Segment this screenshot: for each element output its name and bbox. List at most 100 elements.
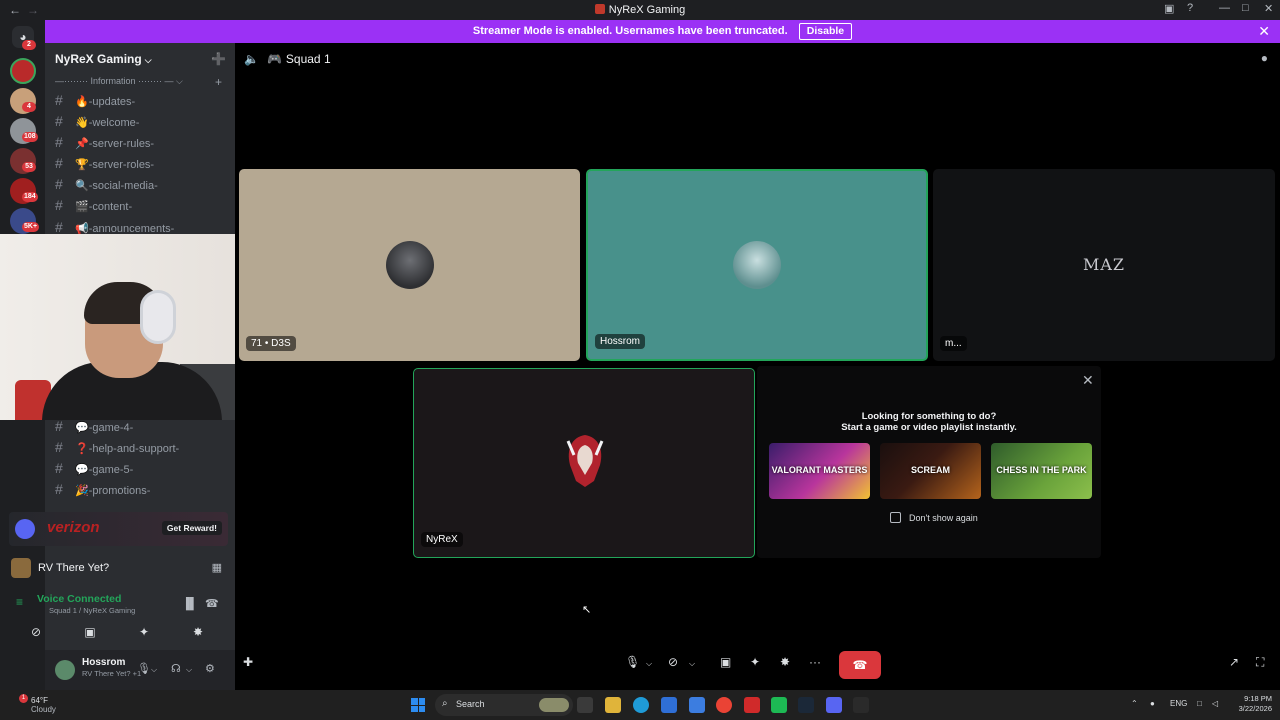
noise-suppression-icon[interactable]: ▐▌ <box>182 598 198 610</box>
participant-name: m... <box>940 336 967 351</box>
server-badge: 184 <box>22 192 38 202</box>
channel-welcome[interactable]: # 👋-welcome- <box>55 111 139 131</box>
activities-button[interactable]: ✦ <box>750 655 760 669</box>
edge-browser-icon[interactable] <box>633 697 649 713</box>
invite-icon[interactable]: ✚ <box>243 655 253 669</box>
settings-gear-icon[interactable]: ⚙ <box>205 662 215 675</box>
add-channel-icon[interactable]: + <box>215 75 222 89</box>
get-reward-button[interactable]: Get Reward! <box>161 521 222 535</box>
help-icon[interactable]: ? <box>1187 2 1193 14</box>
server-name-header[interactable]: NyReX Gaming ⌵ <box>55 52 152 66</box>
avatar[interactable] <box>55 660 75 680</box>
more-options-button[interactable]: ··· <box>809 655 821 669</box>
unreal-icon[interactable] <box>853 697 869 713</box>
file-explorer-icon[interactable] <box>605 697 621 713</box>
activity-panel-icon[interactable]: ▦ <box>212 561 222 574</box>
channel-game-5[interactable]: # 💬-game-5- <box>55 458 133 478</box>
mic-options-icon[interactable]: ⌵ <box>646 659 652 669</box>
mic-tray-icon[interactable]: ● <box>1150 699 1155 708</box>
spotify-icon[interactable] <box>771 697 787 713</box>
task-view-icon[interactable] <box>577 697 593 713</box>
voice-call-view: 🔈 🎮 Squad 1 ● 71 • D3S Hossrom MAZ m... Ny… <box>235 43 1280 690</box>
channel-name: -game-5- <box>88 464 134 476</box>
close-window-button[interactable]: ✕ <box>1264 2 1273 15</box>
end-call-button[interactable]: ☎ <box>839 651 881 679</box>
channel-social-media[interactable]: # 🔍-social-media- <box>55 174 158 194</box>
minimize-button[interactable]: — <box>1219 2 1230 14</box>
disable-streamer-mode-button[interactable]: Disable <box>798 23 853 40</box>
reward-banner[interactable]: verizon Get Reward! <box>9 512 228 546</box>
camera-button[interactable]: ⊘ <box>668 655 678 669</box>
category-information[interactable]: —········ Information ········ — ⌵ + <box>55 75 222 89</box>
participant-tile-speaking[interactable]: Hossrom <box>586 169 928 361</box>
server-name: NyReX Gaming <box>55 52 142 66</box>
checkbox-box[interactable] <box>890 512 901 523</box>
close-banner-icon[interactable]: ✕ <box>1258 20 1270 43</box>
voice-location[interactable]: Squad 1 / NyReX Gaming <box>49 606 135 615</box>
chat-bubble-icon[interactable]: ● <box>1261 51 1268 65</box>
steam-icon[interactable] <box>798 697 814 713</box>
discord-taskbar-icon[interactable] <box>826 697 842 713</box>
voice-status[interactable]: Voice Connected <box>37 593 121 605</box>
channel-server-rules[interactable]: # 📌-server-rules- <box>55 132 154 152</box>
participant-tile[interactable]: MAZ m... <box>933 169 1275 361</box>
participant-tile[interactable]: 71 • D3S <box>239 169 580 361</box>
soundboard-button[interactable]: ✸ <box>173 621 223 643</box>
signal-icon[interactable]: ≡ <box>16 595 23 609</box>
channel-promotions[interactable]: # 🎉-promotions- <box>55 479 150 499</box>
voice-channel-header: 🔈 🎮 Squad 1 <box>244 52 331 66</box>
camera-off-button[interactable]: ⊘ <box>11 621 61 643</box>
channel-server-roles[interactable]: # 🏆-server-roles- <box>55 153 154 173</box>
dont-show-again-checkbox[interactable]: Don't show again <box>890 512 978 523</box>
game-card-chess[interactable]: CHESS IN THE PARK <box>991 443 1092 499</box>
game-card-scream[interactable]: SCREAM <box>880 443 981 499</box>
game-card-valorant[interactable]: VALORANT MASTERS <box>769 443 870 499</box>
headset-dropdown-icon[interactable]: ⌵ <box>186 665 192 675</box>
username[interactable]: Hossrom <box>82 657 125 668</box>
channel-content[interactable]: # 🎬-content- <box>55 195 132 215</box>
chrome-icon[interactable] <box>716 697 732 713</box>
popout-icon[interactable]: ↗ <box>1229 655 1239 669</box>
tray-overflow-icon[interactable]: ⌃ <box>1131 699 1138 708</box>
camera-options-icon[interactable]: ⌵ <box>689 659 695 669</box>
channel-name: -game-4- <box>88 422 134 434</box>
current-activity[interactable]: RV There Yet? ▦ <box>11 558 226 580</box>
channel-help-and-support[interactable]: # ❓-help-and-support- <box>55 437 179 457</box>
server-icon-nyrex[interactable] <box>10 58 36 84</box>
taskbar-search[interactable]: ⌕ Search <box>435 694 573 716</box>
microphone-button[interactable]: 🎙 <box>625 655 640 669</box>
app-icon[interactable] <box>744 697 760 713</box>
inbox-icon[interactable]: ▣ <box>1164 2 1174 15</box>
participant-name: 71 • D3S <box>246 336 296 351</box>
share-screen-button[interactable]: ▣ <box>720 655 731 669</box>
network-icon[interactable]: □ <box>1197 699 1202 708</box>
date: 3/22/2026 <box>1238 704 1272 713</box>
maximize-button[interactable]: □ <box>1242 2 1249 14</box>
microphone-icon[interactable]: 🎙 <box>137 662 151 675</box>
windows-taskbar: 1 64°F Cloudy ⌕ Search ⌃ ● ENG □ ◁ 9:18 … <box>0 690 1280 720</box>
activity-avatar <box>11 558 31 578</box>
store-icon[interactable] <box>661 697 677 713</box>
language-indicator[interactable]: ENG <box>1170 699 1187 708</box>
participant-tile-self[interactable]: NyReX <box>413 368 755 558</box>
soundboard-button[interactable]: ✸ <box>780 655 790 669</box>
volume-icon[interactable]: ◁ <box>1212 699 1218 708</box>
game-title: CHESS IN THE PARK <box>996 465 1087 475</box>
channel-name: -content- <box>88 201 133 213</box>
server-icon <box>594 4 605 14</box>
close-icon[interactable]: ✕ <box>1082 372 1094 389</box>
headset-icon[interactable]: ☊ <box>171 662 181 675</box>
share-screen-button[interactable]: ▣ <box>65 621 115 643</box>
mail-icon[interactable] <box>689 697 705 713</box>
channel-updates[interactable]: # 🔥-updates- <box>55 90 135 110</box>
channel-name: -welcome- <box>88 117 140 129</box>
activities-button[interactable]: ✦ <box>119 621 169 643</box>
disconnect-icon[interactable]: ☎ <box>205 597 219 610</box>
mic-dropdown-icon[interactable]: ⌵ <box>151 665 157 675</box>
invite-people-icon[interactable]: ➕ <box>211 52 226 66</box>
weather-temp: 64°F <box>31 696 48 705</box>
fullscreen-icon[interactable]: ⛶ <box>1256 655 1264 670</box>
windows-start-icon[interactable] <box>411 698 425 712</box>
nyrex-emblem-icon <box>566 435 604 487</box>
clock[interactable]: 9:18 PM 3/22/2026 <box>1226 694 1272 714</box>
